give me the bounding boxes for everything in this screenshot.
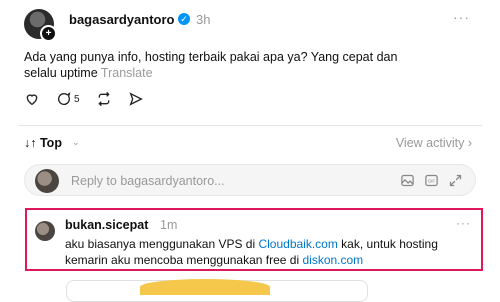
post: + bagasardyantoro ✓ 3h ··· Ada yang puny…: [0, 0, 500, 130]
comment-time: 1m: [160, 218, 178, 232]
view-activity-link[interactable]: View activity ›: [396, 136, 472, 150]
reply-tools: GIF: [391, 173, 463, 188]
post-time: 3h: [196, 12, 211, 27]
comment-more-icon[interactable]: ···: [456, 216, 471, 230]
verified-badge-icon: ✓: [178, 13, 190, 25]
gif-icon[interactable]: GIF: [424, 173, 439, 188]
share-button[interactable]: [128, 91, 144, 107]
post-text: Ada yang punya info, hosting terbaik pak…: [24, 49, 424, 81]
translate-link[interactable]: Translate: [101, 66, 153, 80]
highlighted-comment: bukan.sicepat 1m ··· aku biasanya menggu…: [25, 208, 483, 271]
author-username[interactable]: bagasardyantoro: [69, 12, 174, 27]
reply-count: 5: [74, 93, 80, 105]
post-actions: 5: [24, 91, 160, 107]
comment-text-part: aku biasanya menggunakan VPS di: [65, 237, 259, 251]
sort-bar: ↓↑ Top ⌄ View activity ›: [0, 126, 500, 156]
repost-button[interactable]: [96, 91, 112, 107]
author-avatar[interactable]: +: [24, 9, 57, 42]
image-icon[interactable]: [400, 173, 415, 188]
post-more-icon[interactable]: ···: [453, 9, 470, 25]
avatar[interactable]: [35, 221, 55, 241]
reply-input[interactable]: Reply to bagasardyantoro... GIF: [24, 164, 476, 196]
comment-text: aku biasanya menggunakan VPS di Cloudbai…: [65, 236, 477, 268]
quoted-image: [140, 279, 270, 295]
reply-placeholder: Reply to bagasardyantoro...: [71, 174, 225, 188]
share-icon: [129, 92, 143, 106]
repost-icon: [97, 91, 110, 107]
expand-icon[interactable]: [448, 173, 463, 188]
reply-button[interactable]: 5: [56, 91, 80, 107]
cloudbaik-link[interactable]: Cloudbaik.com: [258, 237, 337, 251]
follow-plus-icon[interactable]: +: [40, 25, 57, 42]
like-button[interactable]: [24, 91, 40, 107]
chevron-down-icon[interactable]: ⌄: [72, 137, 80, 148]
comment-icon: [58, 92, 71, 105]
diskon-link[interactable]: diskon.com: [302, 253, 363, 267]
comment-username[interactable]: bukan.sicepat: [65, 218, 148, 232]
post-body: Ada yang punya info, hosting terbaik pak…: [24, 50, 398, 80]
sort-top-button[interactable]: ↓↑ Top: [24, 136, 62, 150]
heart-icon: [26, 94, 38, 106]
avatar: [35, 169, 59, 193]
svg-text:GIF: GIF: [428, 178, 436, 183]
